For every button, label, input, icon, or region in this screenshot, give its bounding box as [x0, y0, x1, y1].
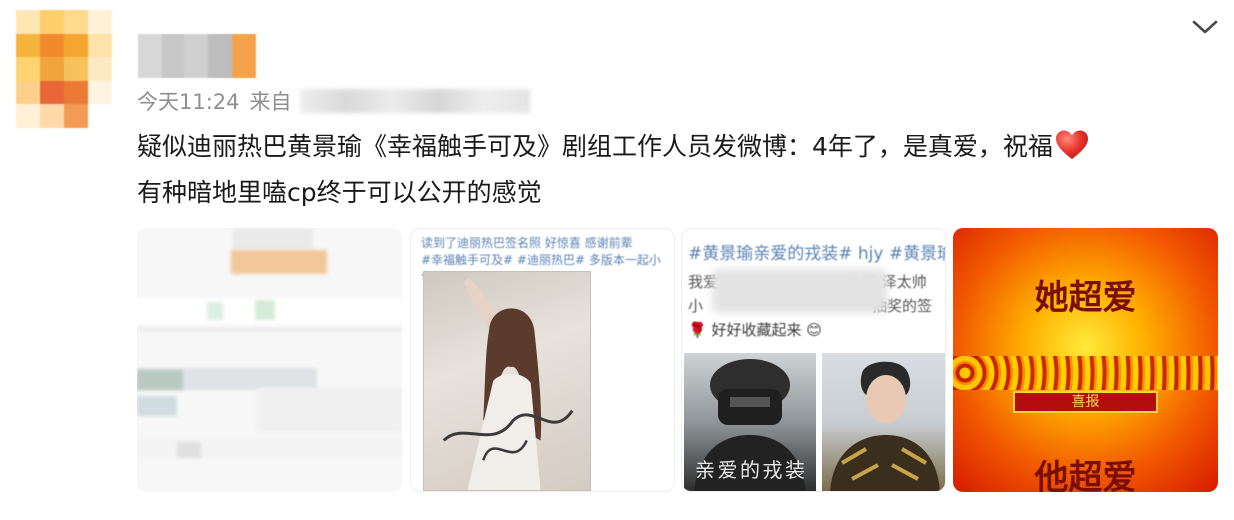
- caption-line: 🌹 好好收藏起来 😊: [688, 321, 822, 339]
- username-redacted[interactable]: [138, 34, 256, 78]
- post-line-1: 疑似迪丽热巴黄景瑜《幸福触手可及》剧组工作人员发微博：4年了，是真爱，祝福: [137, 124, 1217, 170]
- flower-border: [953, 356, 1218, 390]
- weibo-post-card: 今天11:24 来自 疑似迪丽热巴黄景瑜《幸福触手可及》剧组工作人员发微博：4年…: [0, 0, 1234, 520]
- heart-emoji-icon: [1055, 130, 1088, 159]
- blur-block: [255, 300, 275, 320]
- image-tile-2[interactable]: 读到了迪丽热巴签名照 好惊喜 感谢前辈 #幸福触手可及# #迪丽热巴# 多版本一…: [410, 228, 675, 492]
- chevron-down-icon[interactable]: [1190, 16, 1220, 38]
- blur-block: [137, 328, 402, 332]
- post-line-2: 有种暗地里嗑cp终于可以公开的感觉: [137, 178, 542, 207]
- photo-man-portrait: [822, 353, 945, 491]
- post-meta: 今天11:24 来自: [137, 86, 530, 116]
- svg-text:亲爱的戎装: 亲爱的戎装: [695, 458, 805, 482]
- signed-photo: [423, 271, 591, 491]
- caption-redacted: [712, 269, 887, 313]
- blur-block: [137, 396, 177, 416]
- post-time[interactable]: 今天11:24: [137, 86, 240, 116]
- blur-block: [137, 370, 183, 390]
- photo-masked-soldier: 亲爱的戎装: [684, 353, 816, 491]
- festive-text-top: 她超爱: [1034, 278, 1137, 318]
- image-tile-3[interactable]: #黄景瑜亲爱的戎装# hjy #黄景瑜 我爱 收藏 泽太帅 小 抽奖的签 🌹 好…: [681, 228, 946, 492]
- blur-block: [233, 228, 313, 250]
- blur-block: [231, 250, 327, 274]
- festive-banner: 喜报: [1013, 391, 1158, 413]
- blur-block: [207, 302, 223, 320]
- hashtag-caption: #黄景瑜亲爱的戎装# hjy #黄景瑜: [688, 244, 946, 264]
- avatar[interactable]: [16, 10, 112, 128]
- post-source-redacted: [299, 89, 530, 113]
- blur-block: [257, 388, 402, 432]
- blur-block: [177, 442, 201, 458]
- post-source-label: 来自: [249, 90, 292, 114]
- post-body: 疑似迪丽热巴黄景瑜《幸福触手可及》剧组工作人员发微博：4年了，是真爱，祝福 有种…: [137, 124, 1217, 216]
- festive-text-bottom: 他超爱: [1034, 458, 1137, 492]
- image-tile-4[interactable]: 她超爱 喜报 他超爱: [953, 228, 1218, 492]
- image-tile-1[interactable]: [137, 228, 402, 492]
- caption-line: 小: [688, 297, 704, 315]
